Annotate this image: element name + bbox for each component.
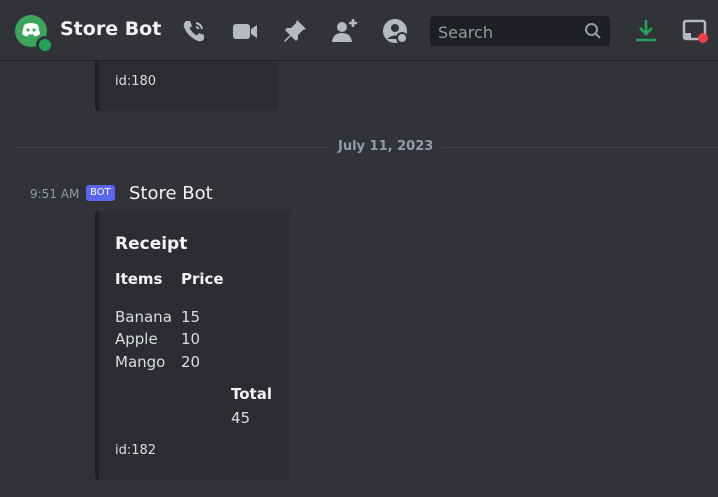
receipt-embed: Receipt Items Price Banana Apple Mango 1… <box>95 211 290 480</box>
online-status-dot <box>36 36 54 54</box>
embed-footer-id: id:182 <box>115 443 157 458</box>
previous-embed: id:180 <box>95 61 278 111</box>
profile-icon[interactable] <box>381 17 409 45</box>
download-icon[interactable] <box>632 17 660 45</box>
price-field-name: Price <box>181 270 224 288</box>
previous-embed-id: id:180 <box>115 74 157 89</box>
bot-badge: BOT <box>86 185 115 201</box>
channel-title: Store Bot <box>60 18 162 40</box>
message-timestamp[interactable]: 9:51 AM <box>30 187 79 201</box>
search-input[interactable] <box>430 16 580 48</box>
search-icon <box>585 23 601 39</box>
item-line: Apple <box>115 330 158 348</box>
price-line: 20 <box>181 353 201 371</box>
screen-icon[interactable] <box>681 17 709 45</box>
item-line: Banana <box>115 308 172 326</box>
pin-icon[interactable] <box>281 17 309 45</box>
message-author[interactable]: Store Bot <box>129 183 213 204</box>
price-line: 10 <box>181 330 201 348</box>
price-line: 15 <box>181 308 201 326</box>
embed-title: Receipt <box>115 234 188 254</box>
video-icon[interactable] <box>231 17 259 45</box>
item-line: Mango <box>115 353 166 371</box>
bot-avatar[interactable] <box>15 15 54 54</box>
total-value: 45 <box>231 409 251 427</box>
channel-header: Store Bot <box>0 0 718 61</box>
call-icon[interactable] <box>180 17 208 45</box>
add-member-icon[interactable] <box>331 17 359 45</box>
date-divider-label: July 11, 2023 <box>330 139 442 154</box>
discord-logo-icon <box>22 23 40 37</box>
items-field-name: Items <box>115 270 163 288</box>
search-box[interactable] <box>430 16 610 48</box>
total-field-name: Total <box>231 385 272 403</box>
